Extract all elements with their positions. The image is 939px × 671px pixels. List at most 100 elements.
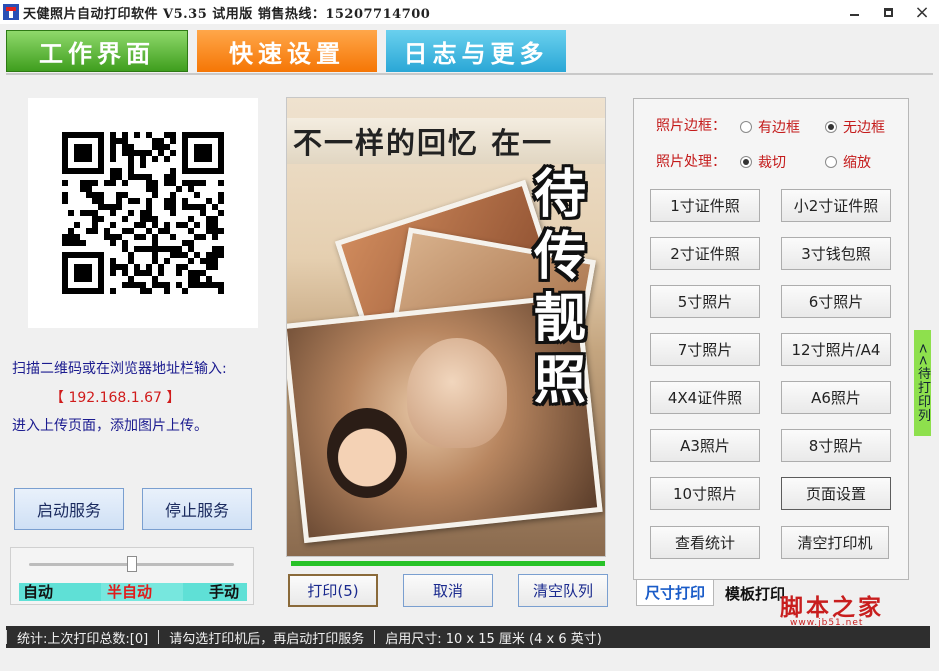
tab-work[interactable]: 工作界面 <box>6 30 188 72</box>
qr-module <box>164 144 170 150</box>
clear-queue-button[interactable]: 清空队列 <box>518 574 608 607</box>
qr-module <box>128 282 134 288</box>
qr-module <box>110 288 116 294</box>
process-label: 照片处理： <box>656 154 726 170</box>
qr-module <box>74 168 80 174</box>
qr-module <box>212 204 218 210</box>
qr-module <box>122 270 128 276</box>
status-bar: 统计:上次打印总数:[0] 请勾选打印机后，再启动打印服务 启用尺寸: 10 x… <box>6 626 930 648</box>
process-option-crop[interactable]: 裁切 <box>740 152 786 172</box>
maximize-button[interactable] <box>871 0 905 24</box>
qr-module <box>152 246 158 252</box>
size-6inch-button[interactable]: 6寸照片 <box>781 285 891 318</box>
qr-module <box>80 288 86 294</box>
print-button[interactable]: 打印(5) <box>288 574 378 607</box>
tab-size-print[interactable]: 尺寸打印 <box>636 580 714 606</box>
size-a6-button[interactable]: A6照片 <box>781 381 891 414</box>
size-2inch-id-button[interactable]: 2寸证件照 <box>650 237 760 270</box>
size-8inch-button[interactable]: 8寸照片 <box>781 429 891 462</box>
qr-module <box>170 138 176 144</box>
size-7inch-button[interactable]: 7寸照片 <box>650 333 760 366</box>
size-1inch-id-button[interactable]: 1寸证件照 <box>650 189 760 222</box>
preview-banner: 不一样的回忆 在一 <box>287 118 605 164</box>
stop-service-button[interactable]: 停止服务 <box>142 488 252 530</box>
page-setup-button[interactable]: 页面设置 <box>781 477 891 510</box>
minimize-button[interactable] <box>837 0 871 24</box>
size-10inch-button[interactable]: 10寸照片 <box>650 477 760 510</box>
qr-module <box>122 144 128 150</box>
mode-auto-label[interactable]: 自动 <box>23 583 53 601</box>
qr-module <box>188 216 194 222</box>
preview-vertical-text: 待 传 靓 照 <box>525 164 595 412</box>
size-small-2inch-id-button[interactable]: 小2寸证件照 <box>781 189 891 222</box>
qr-module <box>74 276 80 282</box>
photo-preview[interactable]: 不一样的回忆 在一 待 传 靓 照 <box>286 97 606 557</box>
clear-printer-button[interactable]: 清空打印机 <box>781 526 889 559</box>
qr-module <box>182 288 188 294</box>
qr-module <box>218 144 224 150</box>
qr-module <box>152 276 158 282</box>
qr-module <box>80 132 86 138</box>
status-stats: 统计:上次打印总数:[0] <box>17 631 149 647</box>
start-service-button[interactable]: 启动服务 <box>14 488 124 530</box>
qr-module <box>116 264 122 270</box>
mode-semi-auto-label[interactable]: 半自动 <box>107 583 152 601</box>
qr-module <box>218 210 224 216</box>
qr-module <box>68 228 74 234</box>
qr-module <box>74 234 80 240</box>
qr-module <box>86 180 92 186</box>
radio-icon <box>740 121 752 133</box>
mode-manual-label[interactable]: 手动 <box>209 583 239 601</box>
mode-slider-thumb[interactable] <box>127 556 137 572</box>
pending-print-list-tab[interactable]: <<待打印列 <box>914 330 931 436</box>
qr-module <box>194 222 200 228</box>
qr-module <box>200 156 206 162</box>
qr-module <box>146 198 152 204</box>
qr-module <box>194 132 200 138</box>
close-button[interactable]: × <box>905 0 939 24</box>
qr-module <box>86 276 92 282</box>
qr-module <box>200 168 206 174</box>
border-label: 照片边框： <box>656 118 726 134</box>
status-hint: 请勾选打印机后，再启动打印服务 <box>169 631 365 647</box>
qr-module <box>146 132 152 138</box>
size-3inch-wallet-button[interactable]: 3寸钱包照 <box>781 237 891 270</box>
qr-module <box>98 162 104 168</box>
qr-module <box>218 246 224 252</box>
qr-module <box>62 264 68 270</box>
size-12inch-a4-button[interactable]: 12寸照片/A4 <box>781 333 891 366</box>
tab-divider <box>6 73 933 75</box>
qr-module <box>98 276 104 282</box>
qr-module <box>92 252 98 258</box>
qr-module <box>74 270 80 276</box>
cancel-button[interactable]: 取消 <box>403 574 493 607</box>
tab-log-more[interactable]: 日志与更多 <box>386 30 566 72</box>
qr-module <box>110 150 116 156</box>
qr-module <box>68 288 74 294</box>
qr-module <box>140 162 146 168</box>
upload-instruction: 进入上传页面，添加图片上传。 <box>12 418 208 434</box>
window-title: 天健照片自动打印软件 V5.35 试用版 销售热线：15207714700 <box>23 6 431 22</box>
qr-module <box>110 222 116 228</box>
qr-module <box>128 210 134 216</box>
qr-module <box>122 132 128 138</box>
qr-module <box>110 258 116 264</box>
size-5inch-button[interactable]: 5寸照片 <box>650 285 760 318</box>
border-option-no[interactable]: 无边框 <box>825 117 885 137</box>
size-4x4-id-button[interactable]: 4X4证件照 <box>650 381 760 414</box>
process-option-scale[interactable]: 缩放 <box>825 152 871 172</box>
qr-module <box>98 252 104 258</box>
qr-module <box>158 228 164 234</box>
qr-module <box>188 204 194 210</box>
qr-module <box>86 288 92 294</box>
qr-module <box>176 186 182 192</box>
qr-module <box>164 198 170 204</box>
border-option-yes[interactable]: 有边框 <box>740 117 800 137</box>
qr-module <box>146 246 152 252</box>
tab-quick-settings[interactable]: 快速设置 <box>197 30 377 72</box>
size-a3-button[interactable]: A3照片 <box>650 429 760 462</box>
qr-module <box>92 192 98 198</box>
qr-module <box>140 246 146 252</box>
qr-module <box>188 282 194 288</box>
view-stats-button[interactable]: 查看统计 <box>650 526 760 559</box>
